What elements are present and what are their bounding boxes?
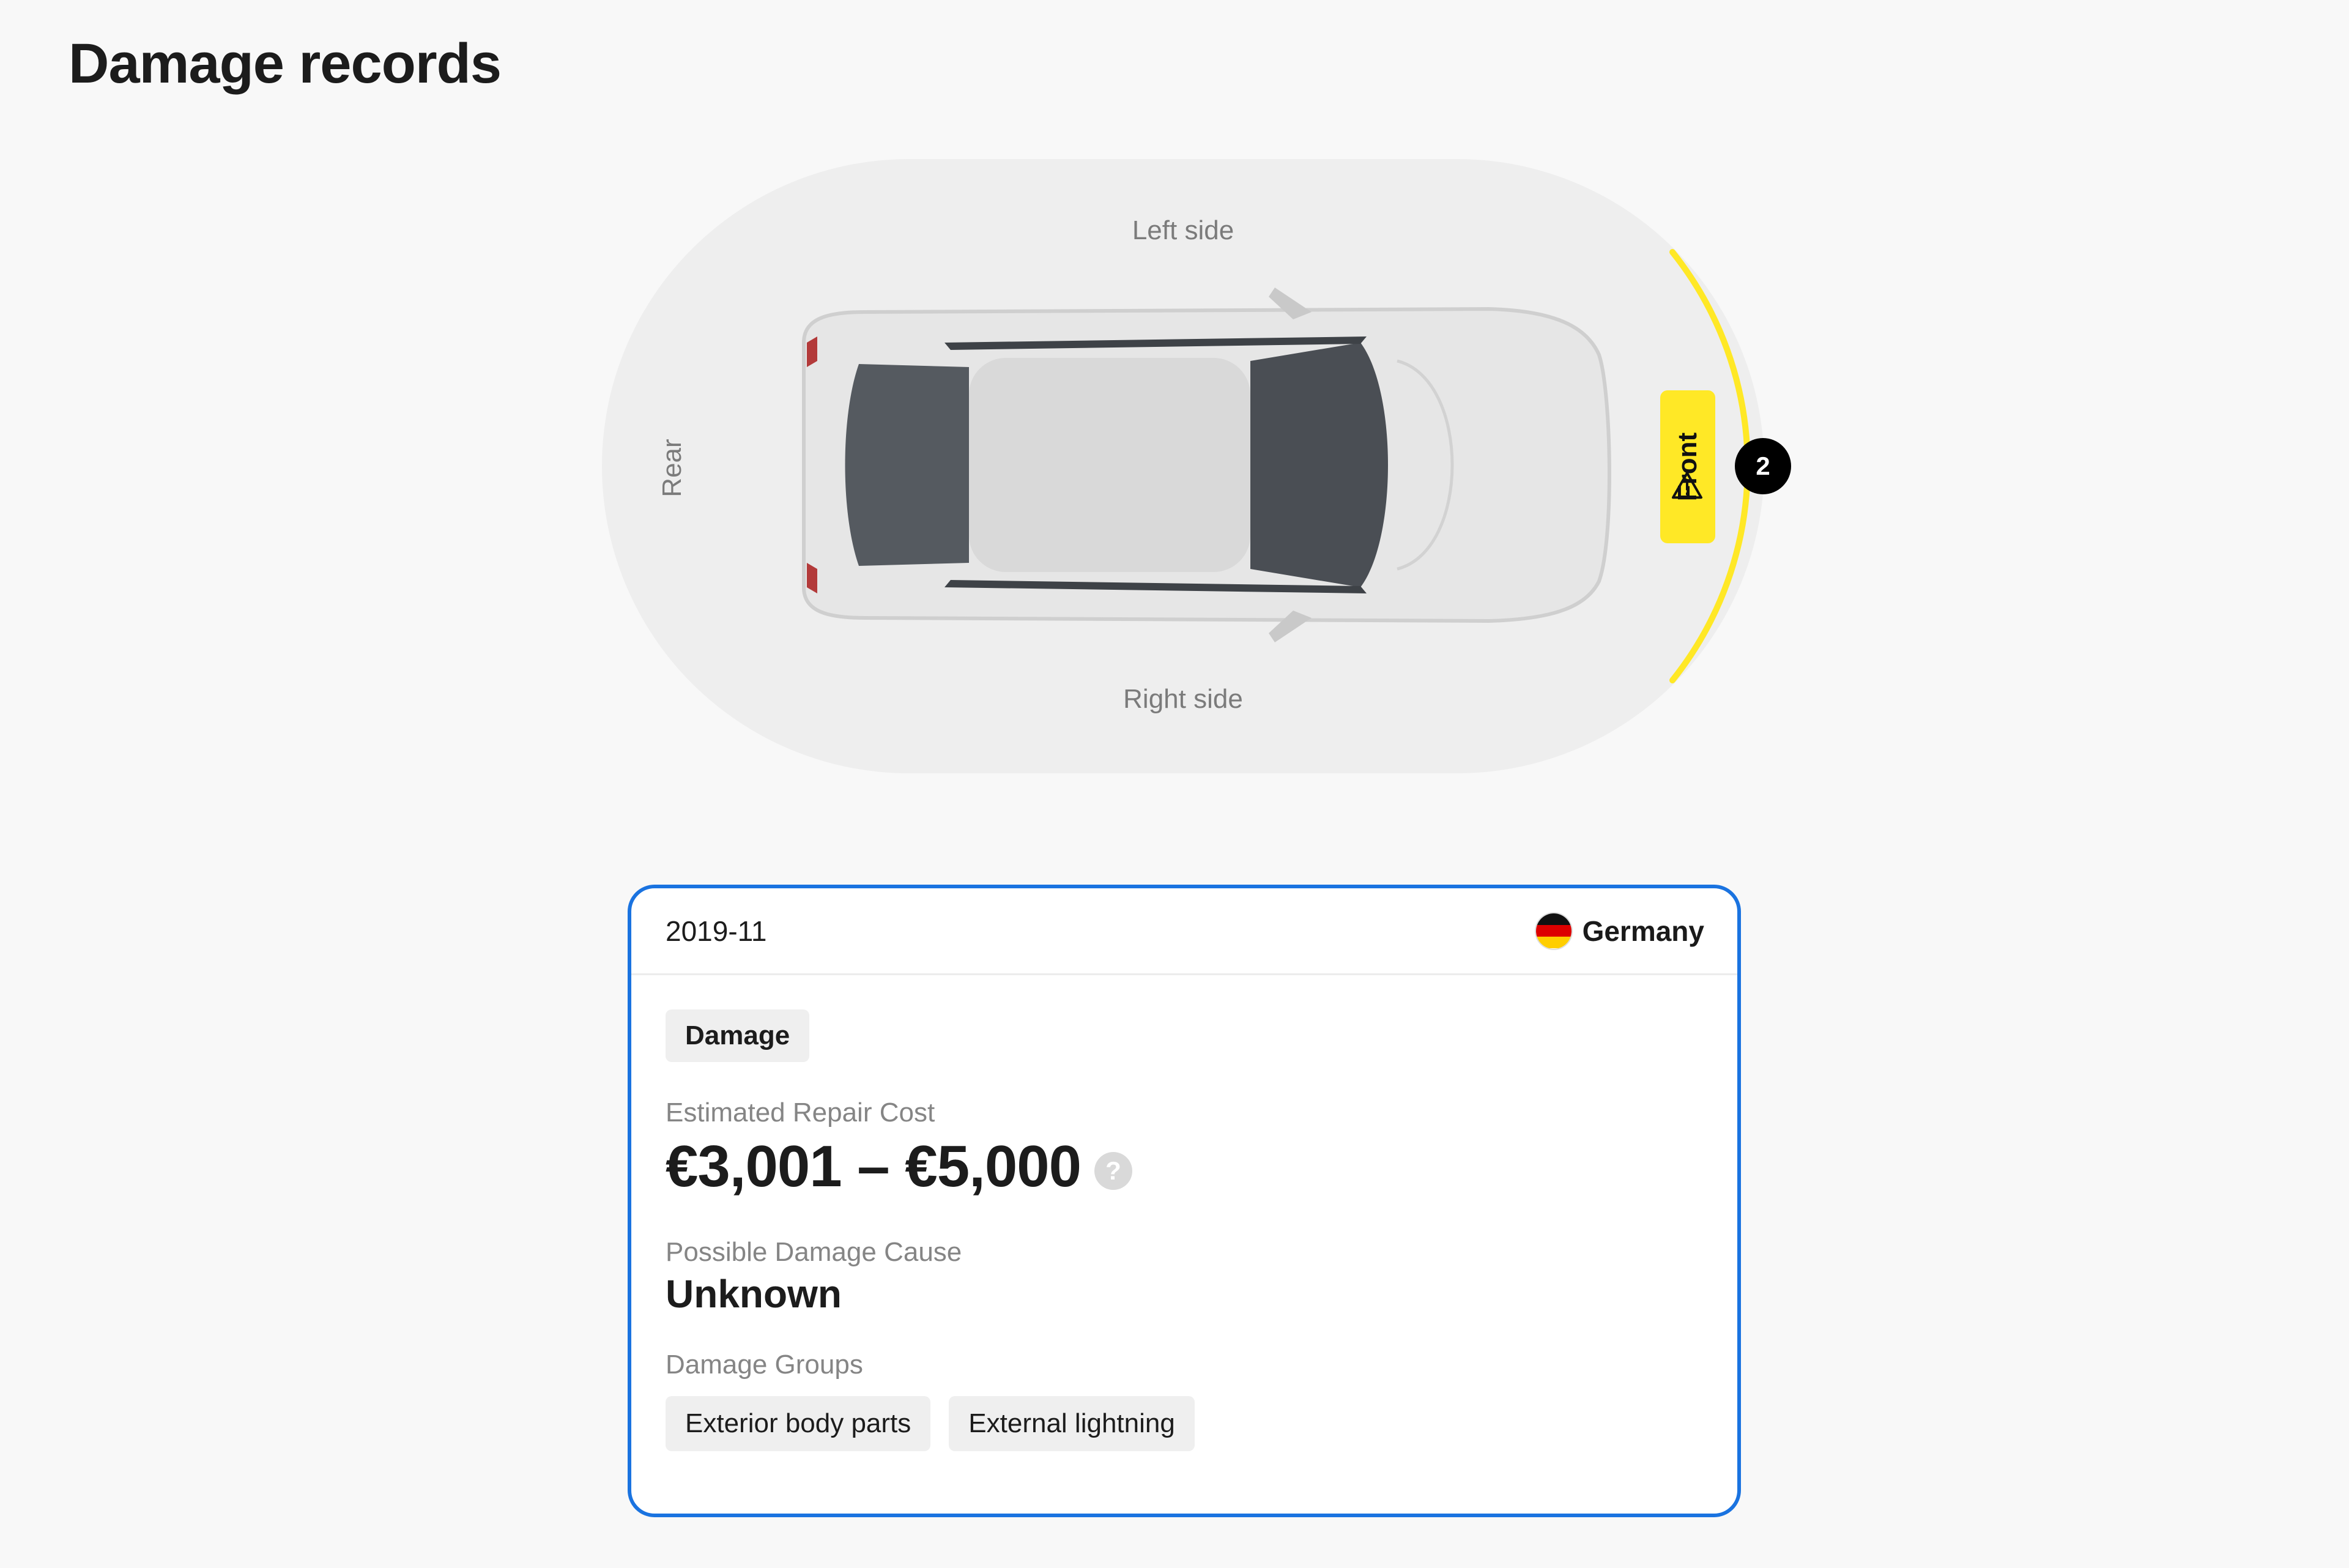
country-name: Germany [1582, 915, 1704, 947]
front-damage-count-badge: 2 [1735, 438, 1791, 494]
record-card-header: 2019-11 Germany [631, 888, 1737, 975]
damage-cause-value: Unknown [666, 1272, 842, 1316]
record-date: 2019-11 [666, 915, 767, 947]
front-zone-tag[interactable]: Front [1660, 390, 1715, 543]
damage-record-card[interactable]: 2019-11 Germany Damage Estimated Repair … [628, 885, 1741, 1517]
record-country: Germany [1535, 913, 1704, 949]
page-title: Damage records [69, 32, 502, 95]
germany-flag-icon [1535, 913, 1572, 949]
help-icon[interactable]: ? [1094, 1152, 1132, 1190]
repair-cost-label: Estimated Repair Cost [666, 1098, 935, 1128]
car-top-view-icon [802, 288, 1611, 642]
damage-groups-label: Damage Groups [666, 1350, 863, 1380]
damage-cause-label: Possible Damage Cause [666, 1237, 962, 1267]
record-type-tag: Damage [666, 1009, 810, 1062]
repair-cost-value: €3,001 – €5,000 [666, 1134, 1082, 1199]
left-side-label: Left side [1132, 215, 1234, 245]
warning-triangle-icon [1672, 472, 1702, 499]
rear-label: Rear [657, 439, 687, 497]
damage-group-chip: Exterior body parts [666, 1396, 931, 1451]
right-side-label: Right side [1123, 684, 1243, 714]
damage-groups-list: Exterior body parts External lightning [666, 1396, 1703, 1451]
vehicle-damage-diagram: Left side Right side Rear Front 2 [602, 159, 1801, 777]
damage-group-chip: External lightning [949, 1396, 1195, 1451]
